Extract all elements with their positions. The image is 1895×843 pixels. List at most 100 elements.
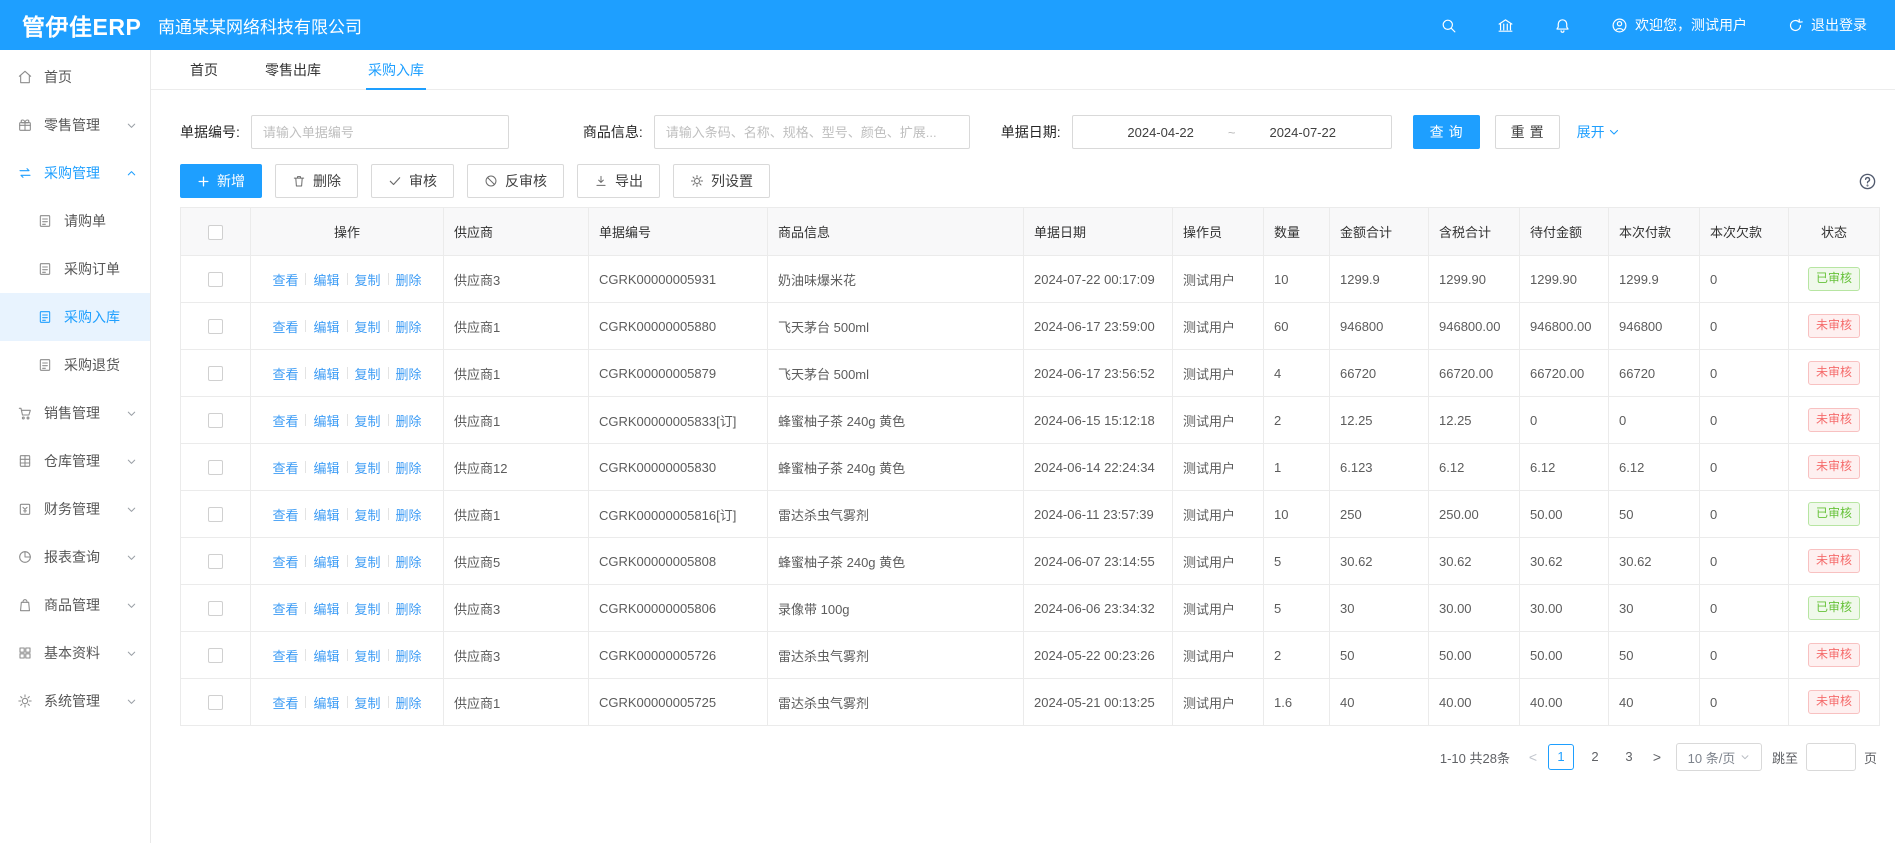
action-view[interactable]: 查看	[272, 646, 298, 665]
page-number-1[interactable]: 1	[1548, 744, 1574, 770]
action-view[interactable]: 查看	[272, 364, 298, 383]
help-icon[interactable]	[1858, 172, 1877, 191]
action-delete[interactable]: 删除	[396, 552, 422, 571]
product-info-input[interactable]	[654, 115, 970, 149]
sidebar-item-goods-mgmt[interactable]: 商品管理	[0, 581, 150, 629]
sidebar-item-purchase-request[interactable]: 请购单	[0, 197, 150, 245]
action-copy[interactable]: 复制	[355, 693, 381, 712]
tab-purchase-inbound[interactable]: 采购入库	[368, 50, 424, 89]
cell-value: 50	[1619, 507, 1633, 522]
jump-page-input[interactable]	[1806, 743, 1856, 771]
action-edit[interactable]: 编辑	[313, 693, 339, 712]
action-view[interactable]: 查看	[272, 458, 298, 477]
unaudit-button[interactable]: 反审核	[467, 164, 564, 198]
tab-retail-outbound[interactable]: 零售出库	[265, 50, 321, 89]
action-edit[interactable]: 编辑	[313, 317, 339, 336]
action-copy[interactable]: 复制	[355, 411, 381, 430]
action-view[interactable]: 查看	[272, 552, 298, 571]
row-checkbox[interactable]	[208, 648, 223, 663]
action-edit[interactable]: 编辑	[313, 411, 339, 430]
action-view[interactable]: 查看	[272, 270, 298, 289]
date-range-picker[interactable]: 2024-04-22 ~ 2024-07-22	[1072, 115, 1392, 149]
sidebar-item-report-query[interactable]: 报表查询	[0, 533, 150, 581]
row-checkbox[interactable]	[208, 460, 223, 475]
organization-icon[interactable]	[1497, 17, 1514, 34]
row-checkbox[interactable]	[208, 272, 223, 287]
app-logo[interactable]: 管伊佳ERP	[0, 8, 158, 42]
sidebar-item-system-mgmt[interactable]: 系统管理	[0, 677, 150, 725]
audit-button[interactable]: 审核	[371, 164, 454, 198]
action-view[interactable]: 查看	[272, 505, 298, 524]
action-delete[interactable]: 删除	[396, 693, 422, 712]
sidebar-item-retail-mgmt[interactable]: 零售管理	[0, 101, 150, 149]
action-copy[interactable]: 复制	[355, 505, 381, 524]
delete-button[interactable]: 删除	[275, 164, 358, 198]
expand-toggle[interactable]: 展开	[1577, 122, 1620, 142]
page-number-3[interactable]: 3	[1616, 744, 1642, 770]
row-checkbox[interactable]	[208, 554, 223, 569]
action-copy[interactable]: 复制	[355, 552, 381, 571]
action-delete[interactable]: 删除	[396, 317, 422, 336]
sidebar-item-label: 商品管理	[44, 595, 100, 615]
sidebar-item-basic-data[interactable]: 基本资料	[0, 629, 150, 677]
action-delete[interactable]: 删除	[396, 646, 422, 665]
reset-button[interactable]: 重置	[1495, 115, 1560, 149]
action-copy[interactable]: 复制	[355, 599, 381, 618]
status-badge: 未审核	[1808, 314, 1860, 338]
action-view[interactable]: 查看	[272, 411, 298, 430]
prev-page-button[interactable]: <	[1522, 749, 1544, 765]
column-settings-button[interactable]: 列设置	[673, 164, 770, 198]
action-delete[interactable]: 删除	[396, 505, 422, 524]
action-copy[interactable]: 复制	[355, 270, 381, 289]
action-edit[interactable]: 编辑	[313, 364, 339, 383]
bell-icon[interactable]	[1554, 17, 1571, 34]
action-delete[interactable]: 删除	[396, 458, 422, 477]
row-checkbox[interactable]	[208, 413, 223, 428]
row-checkbox[interactable]	[208, 507, 223, 522]
sidebar-item-warehouse-mgmt[interactable]: 仓库管理	[0, 437, 150, 485]
sidebar-item-purchase-mgmt[interactable]: 采购管理	[0, 149, 150, 197]
row-checkbox[interactable]	[208, 319, 223, 334]
action-delete[interactable]: 删除	[396, 411, 422, 430]
row-checkbox[interactable]	[208, 695, 223, 710]
logout-button[interactable]: 退出登录	[1787, 15, 1867, 35]
action-delete[interactable]: 删除	[396, 364, 422, 383]
search-icon[interactable]	[1440, 17, 1457, 34]
action-view[interactable]: 查看	[272, 599, 298, 618]
action-edit[interactable]: 编辑	[313, 270, 339, 289]
action-edit[interactable]: 编辑	[313, 458, 339, 477]
action-view[interactable]: 查看	[272, 693, 298, 712]
export-button[interactable]: 导出	[577, 164, 660, 198]
select-all-checkbox[interactable]	[208, 225, 223, 240]
order-no-input[interactable]	[251, 115, 509, 149]
action-edit[interactable]: 编辑	[313, 505, 339, 524]
action-edit[interactable]: 编辑	[313, 646, 339, 665]
welcome-user[interactable]: 欢迎您，测试用户	[1611, 15, 1747, 35]
add-button[interactable]: 新增	[180, 164, 262, 198]
action-edit[interactable]: 编辑	[313, 599, 339, 618]
action-copy[interactable]: 复制	[355, 458, 381, 477]
row-checkbox[interactable]	[208, 601, 223, 616]
tab-home[interactable]: 首页	[190, 50, 218, 89]
search-button[interactable]: 查询	[1413, 115, 1480, 149]
action-edit[interactable]: 编辑	[313, 552, 339, 571]
cell-value: 5	[1274, 554, 1281, 569]
sidebar-item-finance-mgmt[interactable]: 财务管理	[0, 485, 150, 533]
row-checkbox[interactable]	[208, 366, 223, 381]
sidebar-item-purchase-order[interactable]: 采购订单	[0, 245, 150, 293]
action-delete[interactable]: 删除	[396, 270, 422, 289]
action-copy[interactable]: 复制	[355, 646, 381, 665]
action-delete[interactable]: 删除	[396, 599, 422, 618]
sidebar-item-label: 请购单	[64, 211, 106, 231]
sidebar-item-purchase-return[interactable]: 采购退货	[0, 341, 150, 389]
action-view[interactable]: 查看	[272, 317, 298, 336]
page-number-2[interactable]: 2	[1582, 744, 1608, 770]
action-copy[interactable]: 复制	[355, 317, 381, 336]
page-size-select[interactable]: 10 条/页	[1676, 743, 1762, 771]
cell-value: 供应商1	[454, 508, 500, 523]
sidebar-item-home[interactable]: 首页	[0, 53, 150, 101]
sidebar-item-purchase-inbound[interactable]: 采购入库	[0, 293, 150, 341]
next-page-button[interactable]: >	[1646, 749, 1668, 765]
action-copy[interactable]: 复制	[355, 364, 381, 383]
sidebar-item-sales-mgmt[interactable]: 销售管理	[0, 389, 150, 437]
